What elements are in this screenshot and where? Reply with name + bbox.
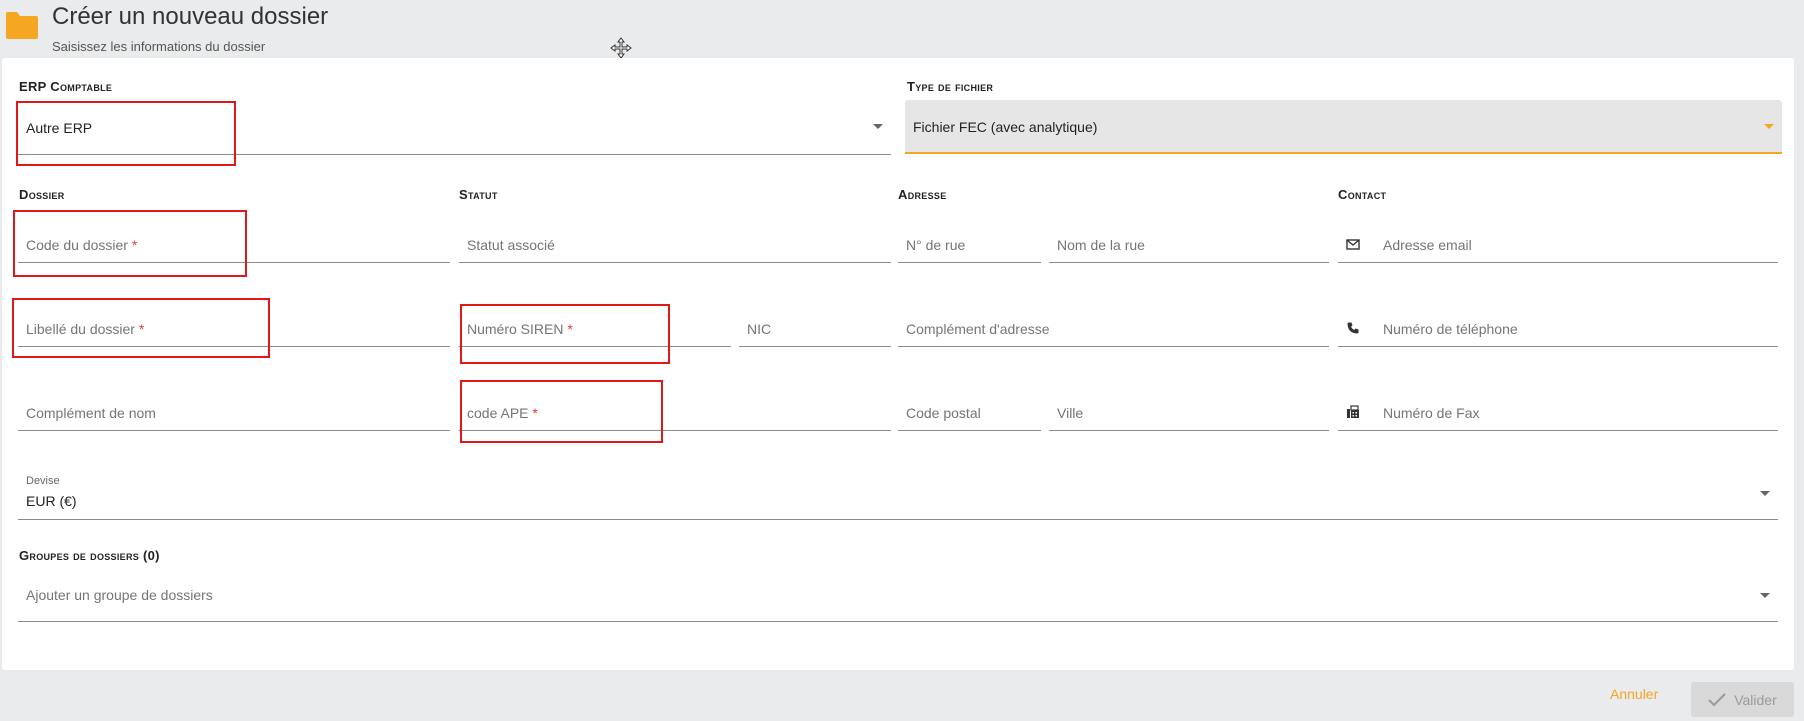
- nic-field[interactable]: NIC: [739, 306, 891, 347]
- cancel-button[interactable]: Annuler: [1610, 686, 1658, 702]
- folder-icon: [6, 12, 38, 39]
- fax-icon: [1347, 405, 1359, 418]
- required-marker: *: [138, 321, 145, 337]
- libelle-dossier-field[interactable]: Libellé du dossier *: [18, 306, 450, 347]
- statut-placeholder: Statut associé: [467, 237, 555, 253]
- check-icon: [1708, 692, 1726, 706]
- siren-placeholder: Numéro SIREN: [467, 321, 564, 337]
- statut-field[interactable]: Statut associé: [459, 222, 891, 263]
- numero-rue-placeholder: N° de rue: [906, 237, 966, 253]
- nom-rue-field[interactable]: Nom de la rue: [1049, 222, 1329, 263]
- chevron-down-icon: [873, 124, 883, 129]
- statut-section-label: Statut: [459, 187, 498, 202]
- erp-section-label: ERP Comptable: [19, 79, 113, 94]
- chevron-down-icon: [1764, 124, 1774, 129]
- nom-rue-placeholder: Nom de la rue: [1057, 237, 1145, 253]
- complement-adresse-placeholder: Complément d'adresse: [906, 321, 1050, 337]
- mail-icon: [1346, 239, 1360, 250]
- devise-value: EUR (€): [26, 493, 77, 509]
- erp-select[interactable]: Autre ERP: [18, 114, 891, 155]
- code-dossier-placeholder: Code du dossier: [26, 237, 128, 253]
- phone-placeholder: Numéro de téléphone: [1383, 321, 1518, 337]
- devise-label: Devise: [26, 475, 60, 487]
- contact-section-label: Contact: [1338, 187, 1387, 202]
- email-placeholder: Adresse email: [1383, 237, 1472, 253]
- groupes-placeholder: Ajouter un groupe de dossiers: [26, 587, 213, 603]
- phone-icon: [1347, 322, 1359, 334]
- libelle-dossier-placeholder: Libellé du dossier: [26, 321, 135, 337]
- nic-placeholder: NIC: [747, 321, 772, 337]
- chevron-down-icon: [1760, 593, 1770, 598]
- adresse-section-label: Adresse: [898, 187, 947, 202]
- file-type-select[interactable]: Fichier FEC (avec analytique): [905, 100, 1782, 154]
- chevron-down-icon: [1760, 491, 1770, 496]
- devise-select[interactable]: Devise EUR (€): [18, 474, 1778, 520]
- move-cursor-icon: [610, 37, 632, 59]
- ville-placeholder: Ville: [1057, 405, 1084, 421]
- code-ape-field[interactable]: code APE *: [459, 390, 891, 431]
- numero-rue-field[interactable]: N° de rue: [898, 222, 1041, 263]
- ville-field[interactable]: Ville: [1049, 390, 1329, 431]
- groupes-section-label: Groupes de dossiers (0): [19, 548, 160, 563]
- groupes-select[interactable]: Ajouter un groupe de dossiers: [18, 581, 1778, 622]
- required-marker: *: [131, 237, 138, 253]
- file-type-select-value: Fichier FEC (avec analytique): [913, 119, 1098, 135]
- complement-adresse-field[interactable]: Complément d'adresse: [898, 306, 1329, 347]
- dossier-section-label: Dossier: [19, 187, 65, 202]
- fax-field[interactable]: Numéro de Fax: [1338, 390, 1778, 431]
- file-type-section-label: Type de fichier: [907, 79, 994, 94]
- code-postal-placeholder: Code postal: [906, 405, 981, 421]
- code-ape-placeholder: code APE: [467, 405, 529, 421]
- email-field[interactable]: Adresse email: [1338, 222, 1778, 263]
- phone-field[interactable]: Numéro de téléphone: [1338, 306, 1778, 347]
- complement-nom-placeholder: Complément de nom: [26, 405, 156, 421]
- page-title: Créer un nouveau dossier: [52, 3, 329, 30]
- required-marker: *: [567, 321, 573, 337]
- erp-select-value: Autre ERP: [26, 120, 93, 136]
- fax-placeholder: Numéro de Fax: [1383, 405, 1480, 421]
- required-marker: *: [532, 405, 538, 421]
- siren-field[interactable]: Numéro SIREN *: [459, 306, 731, 347]
- submit-button[interactable]: Valider: [1691, 682, 1794, 717]
- code-dossier-field[interactable]: Code du dossier *: [18, 222, 450, 263]
- code-postal-field[interactable]: Code postal: [898, 390, 1041, 431]
- complement-nom-field[interactable]: Complément de nom: [18, 390, 450, 431]
- page-subtitle: Saisissez les informations du dossier: [52, 39, 266, 54]
- submit-label: Valider: [1734, 691, 1777, 708]
